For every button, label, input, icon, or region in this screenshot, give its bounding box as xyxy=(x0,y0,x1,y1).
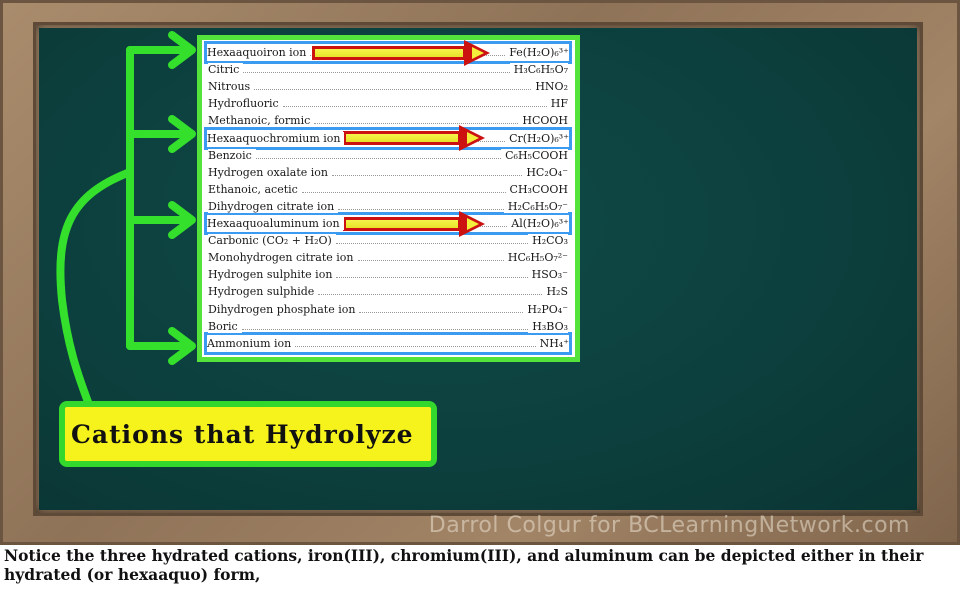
row-name: Methanoic, formic xyxy=(208,114,315,128)
row-name: Hydrogen oxalate ion xyxy=(208,165,332,179)
row-formula: HCOOH xyxy=(518,114,568,128)
row-formula: Fe(H₂O)₆³⁺ xyxy=(505,46,569,59)
row-formula: H₃C₆H₅O₇ xyxy=(509,63,568,77)
row-formula: HSO₃⁻ xyxy=(527,268,568,282)
row-name: Hexaaquoaluminum ion xyxy=(207,217,344,230)
row-formula: HNO₂ xyxy=(531,80,568,94)
row-formula: H₂S xyxy=(542,285,568,299)
label-connector-curve xyxy=(56,168,134,406)
row-name: Monohydrogen citrate ion xyxy=(208,251,358,265)
row-formula: C₆H₅COOH xyxy=(501,148,568,162)
row-formula: H₃BO₃ xyxy=(528,319,568,333)
row-name: Dihydrogen citrate ion xyxy=(208,199,339,213)
row-name: Hydrogen sulphite ion xyxy=(208,268,337,282)
row-formula: H₂CO₃ xyxy=(528,234,568,248)
row-name: Carbonic (CO₂ + H₂O) xyxy=(208,234,336,248)
row-name: Boric xyxy=(208,319,242,333)
row-name: Citric xyxy=(208,63,244,77)
row-name: Benzoic xyxy=(208,148,256,162)
row-name: Ammonium ion xyxy=(207,336,296,350)
row-name: Ethanoic, acetic xyxy=(208,182,302,196)
bracket-connectors xyxy=(56,31,196,406)
row-formula: CH₃COOH xyxy=(505,182,568,196)
row-formula: HC₆H₅O₇²⁻ xyxy=(503,251,568,265)
row-name: Nitrous xyxy=(208,80,255,94)
row-formula: H₂C₆H₅O₇⁻ xyxy=(503,199,568,213)
row-name: Hexaaquochromium ion xyxy=(207,131,345,145)
row-formula: H₂PO₄⁻ xyxy=(523,302,568,316)
row-name: Hydrofluoric xyxy=(208,97,283,111)
row-formula: Al(H₂O)₆³⁺ xyxy=(507,217,569,230)
row-formula: HF xyxy=(546,97,568,111)
row-name: Dihydrogen phosphate ion xyxy=(208,302,360,316)
row-name: Hydrogen sulphide xyxy=(208,285,319,299)
row-formula: HC₂O₄⁻ xyxy=(522,165,568,179)
hydrolyze-label: Cations that Hydrolyze xyxy=(59,401,437,467)
row-formula: Cr(H₂O)₆³⁺ xyxy=(505,131,569,145)
row-name: Hexaaquoiron ion xyxy=(207,46,311,59)
slide-caption: Notice the three hydrated cations, iron(… xyxy=(4,546,924,584)
row-formula: NH₄⁺ xyxy=(535,336,569,350)
hydrolyze-label-text: Cations that Hydrolyze xyxy=(71,419,414,449)
